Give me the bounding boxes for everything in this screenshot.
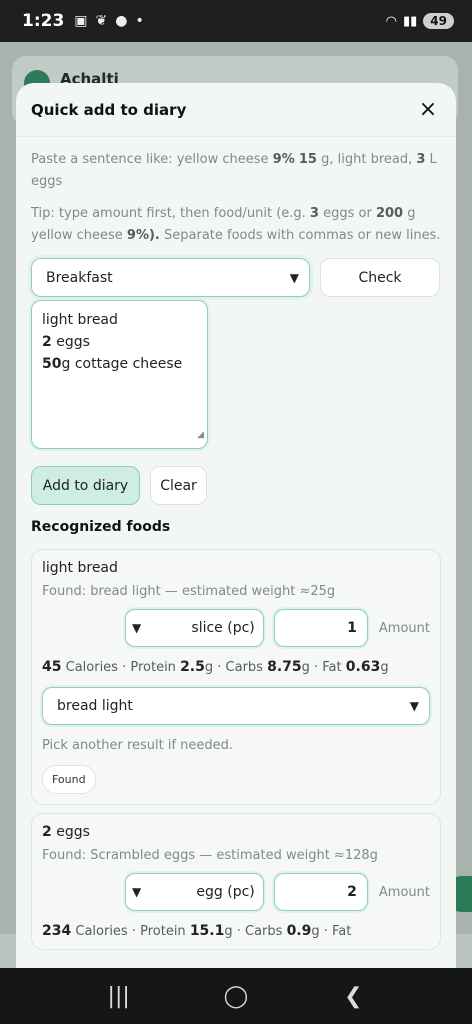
tip-segment: 9%). bbox=[126, 228, 160, 243]
textarea-segment: eggs bbox=[51, 334, 90, 350]
tip-segment: 200 bbox=[375, 206, 404, 221]
amount-input[interactable]: 2 bbox=[273, 873, 368, 911]
unit-select-value: egg (pc) bbox=[196, 884, 255, 900]
hint-segment: Paste a sentence like: yellow cheese bbox=[31, 152, 273, 167]
unit-select[interactable]: ▼ slice (pc) bbox=[125, 609, 264, 647]
back-icon[interactable]: ❮ bbox=[333, 984, 373, 1009]
foods-textarea[interactable]: light bread 2 eggs 50g cottage cheese ◢ bbox=[31, 300, 208, 449]
textarea-segment: light bread bbox=[42, 312, 118, 328]
found-text: Found: Scrambled eggs — estimated weight… bbox=[42, 848, 378, 863]
chat-icon: ● bbox=[115, 13, 128, 29]
found-text: Found: bread light — estimated weight ≈2… bbox=[42, 584, 336, 599]
food-card-title: 2 eggs bbox=[42, 824, 430, 840]
nutrition-summary: 234 Calories · Protein 15.1g · Carbs 0.9… bbox=[42, 923, 352, 939]
hint-text: Paste a sentence like: yellow cheese 9% … bbox=[31, 149, 441, 193]
dot-icon: • bbox=[135, 13, 144, 29]
recognized-foods-title: Recognized foods bbox=[31, 519, 171, 535]
carbs-value: 0.9 bbox=[286, 923, 312, 939]
close-icon[interactable]: × bbox=[416, 97, 440, 122]
food-card-title: light bread bbox=[42, 560, 118, 576]
textarea-segment: g cottage cheese bbox=[61, 356, 183, 372]
screenshot-icon: ▣ bbox=[74, 13, 88, 29]
meal-select-value: Breakfast bbox=[46, 269, 113, 286]
textarea-line: light bread bbox=[42, 309, 197, 331]
tip-segment: 3 bbox=[309, 206, 319, 221]
navigation-bar: ||| ◯ ❮ bbox=[0, 968, 472, 1024]
hint-segment: g, light bread, bbox=[316, 152, 417, 167]
food-card: light bread Found: bread light — estimat… bbox=[31, 549, 441, 805]
fat-value: 0.63 bbox=[345, 659, 381, 675]
protein-value: 15.1 bbox=[189, 923, 225, 939]
meal-select[interactable]: Breakfast ▼ bbox=[31, 258, 310, 297]
tip-segment: eggs or bbox=[318, 206, 376, 221]
wifi-icon: ◠ bbox=[385, 13, 397, 29]
unit-select-value: slice (pc) bbox=[191, 620, 255, 636]
amount-label: Amount bbox=[378, 884, 430, 900]
nutrition-summary: 45 Calories · Protein 2.5g · Carbs 8.75g… bbox=[42, 659, 389, 675]
amount-label: Amount bbox=[378, 620, 430, 636]
recent-apps-icon[interactable]: ||| bbox=[99, 984, 139, 1009]
modal-title: Quick add to diary bbox=[31, 100, 187, 119]
chevron-down-icon: ▼ bbox=[132, 621, 142, 635]
chevron-down-icon: ▼ bbox=[289, 270, 299, 285]
calories-value: 45 bbox=[42, 659, 62, 675]
status-bar: 1:23 ▣ ❦ ● • ◠ ▮▮ 49 bbox=[0, 0, 472, 42]
textarea-segment: 2 bbox=[42, 334, 52, 350]
status-badge: Found bbox=[42, 765, 96, 794]
textarea-line: 50g cottage cheese bbox=[42, 353, 197, 375]
status-time: 1:23 bbox=[22, 11, 65, 31]
tip-segment: Tip: type amount first, then food/unit (… bbox=[31, 206, 310, 221]
quick-add-modal: Quick add to diary × Paste a sentence li… bbox=[16, 83, 456, 968]
carbs-value: 8.75 bbox=[267, 659, 302, 675]
check-button[interactable]: Check bbox=[320, 258, 440, 297]
protein-value: 2.5 bbox=[180, 659, 205, 675]
leaf-icon: ❦ bbox=[95, 13, 108, 29]
calories-value: 234 bbox=[42, 923, 72, 939]
resize-handle-icon[interactable]: ◢ bbox=[197, 424, 204, 446]
battery-indicator: 49 bbox=[423, 13, 454, 29]
chevron-down-icon: ▼ bbox=[409, 699, 419, 713]
modal-header: Quick add to diary × bbox=[16, 83, 456, 137]
pick-hint: Pick another result if needed. bbox=[42, 738, 234, 753]
hint-segment: 9% bbox=[272, 152, 295, 167]
chevron-down-icon: ▼ bbox=[132, 885, 142, 899]
unit-select[interactable]: ▼ egg (pc) bbox=[125, 873, 264, 911]
amount-input[interactable]: 1 bbox=[273, 609, 368, 647]
food-result-value: bread light bbox=[57, 698, 133, 714]
hint-segment: 15 bbox=[298, 152, 317, 167]
food-quantity: 2 bbox=[42, 824, 52, 840]
add-to-diary-button[interactable]: Add to diary bbox=[31, 466, 140, 505]
modal-body: Paste a sentence like: yellow cheese 9% … bbox=[16, 149, 456, 950]
textarea-segment: 50 bbox=[42, 356, 62, 372]
home-icon[interactable]: ◯ bbox=[216, 984, 256, 1009]
clear-button[interactable]: Clear bbox=[150, 466, 207, 505]
food-card: 2 eggs Found: Scrambled eggs — estimated… bbox=[31, 813, 441, 950]
food-name: eggs bbox=[51, 824, 90, 840]
tip-segment: Separate foods with commas or new lines. bbox=[159, 228, 441, 243]
signal-icon: ▮▮ bbox=[402, 13, 418, 29]
tip-text: Tip: type amount first, then food/unit (… bbox=[31, 203, 441, 247]
textarea-line: 2 eggs bbox=[42, 331, 197, 353]
food-result-select[interactable]: bread light ▼ bbox=[42, 687, 430, 725]
